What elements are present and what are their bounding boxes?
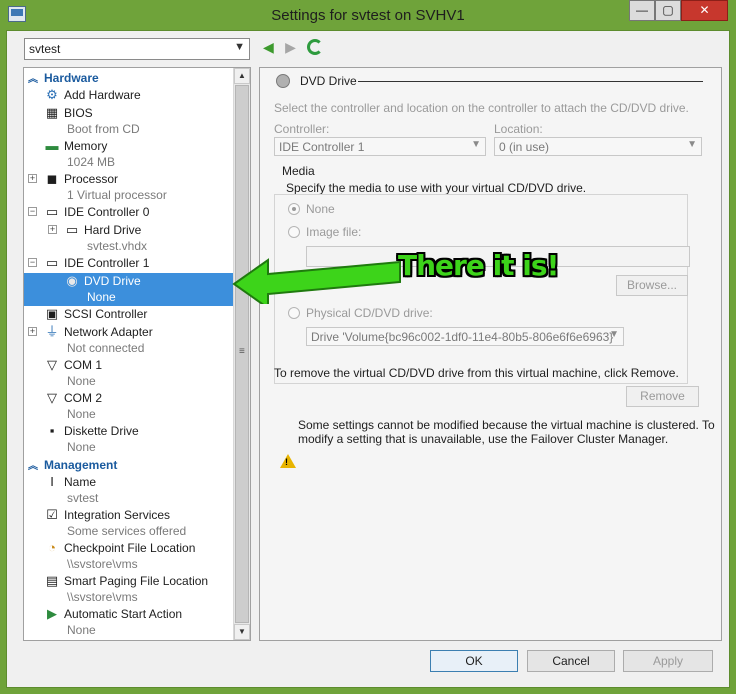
tree-item-bios[interactable]: ▦ BIOS Boot from CD [24,105,234,138]
media-description: Specify the media to use with your virtu… [286,181,587,195]
tree-item-diskette-drive[interactable]: ▪ Diskette Drive None [24,423,234,456]
warning-exclamation: ! [285,457,288,467]
collapse-chevron-icon: ︽ [28,74,38,85]
collapse-minus-icon[interactable]: − [28,258,37,267]
smart-paging-icon: ▤ [45,573,59,588]
maximize-button[interactable]: ▢ [655,0,681,21]
hard-drive-icon: ▭ [65,222,79,237]
title-divider [358,81,703,82]
media-group-label: Media [282,164,315,178]
vm-selector-value: svtest [29,42,61,56]
warning-icon [280,454,296,468]
controller-icon: ▭ [45,204,59,219]
dvd-drive-settings-panel: DVD Drive Select the controller and loca… [259,67,722,641]
hardware-section-header[interactable]: ︽ Hardware [28,70,99,86]
navigation-toolbar: ◀ ▶ [263,39,331,57]
chevron-down-icon: ▼ [687,139,697,150]
add-hardware-icon: ⚙ [46,87,58,102]
remove-instructions: To remove the virtual CD/DVD drive from … [274,366,679,380]
forward-arrow-icon[interactable]: ▶ [285,39,296,56]
dvd-disc-icon: ◉ [66,273,78,288]
panel-title: DVD Drive [300,74,357,88]
tree-item-automatic-start-action[interactable]: ▶ Automatic Start Action None [24,606,234,639]
chevron-down-icon: ▼ [609,329,619,340]
expand-plus-icon[interactable]: + [28,174,37,183]
close-button[interactable]: ✕ [681,0,728,21]
media-none-label: None [306,202,335,216]
name-icon: I [50,474,54,489]
start-action-icon: ▶ [47,606,57,621]
controller-icon: ▭ [45,255,59,270]
tree-item-com-1[interactable]: ▽ COM 1 None [24,357,234,390]
chevron-down-icon: ▼ [471,139,481,150]
chevron-down-icon: ▼ [234,41,245,53]
tree-scrollbar[interactable]: ▲ ≡ ▼ [233,68,250,640]
integration-services-icon: ☑ [46,507,58,522]
management-section-header[interactable]: ︽ Management [28,457,117,473]
com-port-icon: ▽ [47,390,57,405]
scrollbar-thumb[interactable]: ≡ [235,85,249,623]
tree-item-smart-paging-file-location[interactable]: ▤ Smart Paging File Location \\svstore\v… [24,573,234,606]
floppy-disk-icon: ▪ [49,423,55,438]
processor-icon: ◼ [46,171,58,186]
physical-drive-dropdown[interactable]: Drive 'Volume{bc96c002-1df0-11e4-80b5-80… [306,327,624,346]
annotation-text: There it is! [398,249,559,282]
cancel-button[interactable]: Cancel [527,650,615,672]
settings-window: Settings for svtest on SVHV1 — ▢ ✕ svtes… [0,0,736,694]
scroll-grip-icon: ≡ [239,346,245,357]
tree-item-processor[interactable]: + ◼ Processor 1 Virtual processor [24,171,234,204]
window-client-area: svtest ▼ ◀ ▶ ︽ Hardware ⚙ Add Hardware ▦ … [6,30,730,688]
scroll-up-icon[interactable]: ▲ [234,68,250,84]
media-none-radio[interactable] [288,203,300,215]
network-adapter-icon: ⏚ [45,324,59,339]
ok-button[interactable]: OK [430,650,518,672]
checkpoint-icon: ◔ [48,540,56,555]
tree-item-hard-drive[interactable]: + ▭ Hard Drive svtest.vhdx [24,222,234,255]
media-physical-drive-label: Physical CD/DVD drive: [306,306,433,320]
controller-dropdown[interactable]: IDE Controller 1 ▼ [274,137,486,156]
cluster-warning-line-2: modify a setting that is unavailable, us… [298,432,669,446]
tree-item-name[interactable]: I Name svtest [24,474,234,507]
scsi-controller-icon: ▣ [45,306,59,321]
browse-button[interactable]: Browse... [616,275,688,296]
title-bar[interactable]: Settings for svtest on SVHV1 — ▢ ✕ [0,0,736,30]
back-arrow-icon[interactable]: ◀ [263,39,274,56]
tree-item-network-adapter[interactable]: + ⏚ Network Adapter Not connected [24,324,234,357]
cluster-warning-line-1: Some settings cannot be modified because… [298,418,715,432]
location-dropdown[interactable]: 0 (in use) ▼ [494,137,702,156]
dvd-disc-icon [276,74,290,88]
memory-icon: ▬ [45,138,59,153]
minimize-button[interactable]: — [629,0,655,21]
window-title: Settings for svtest on SVHV1 [271,7,465,24]
annotation-arrow-icon [232,258,401,304]
remove-button[interactable]: Remove [626,386,699,407]
media-image-file-radio[interactable] [288,226,300,238]
tree-item-dvd-drive[interactable]: ◉ DVD Drive None [24,273,234,306]
tree-item-com-2[interactable]: ▽ COM 2 None [24,390,234,423]
location-label: Location: [494,122,543,136]
collapse-minus-icon[interactable]: − [28,207,37,216]
com-port-icon: ▽ [47,357,57,372]
scroll-down-icon[interactable]: ▼ [234,624,250,640]
vm-selector-dropdown[interactable]: svtest ▼ [24,38,250,60]
tree-item-memory[interactable]: ▬ Memory 1024 MB [24,138,234,171]
expand-plus-icon[interactable]: + [28,327,37,336]
apply-button[interactable]: Apply [623,650,713,672]
media-physical-drive-radio[interactable] [288,307,300,319]
panel-description: Select the controller and location on th… [274,101,689,115]
refresh-icon[interactable] [307,39,324,55]
collapse-chevron-icon: ︽ [28,461,38,472]
media-image-file-label: Image file: [306,225,362,239]
bios-chip-icon: ▦ [45,105,59,120]
tree-item-integration-services[interactable]: ☑ Integration Services Some services off… [24,507,234,540]
tree-item-checkpoint-file-location[interactable]: ◔ Checkpoint File Location \\svstore\vms [24,540,234,573]
expand-plus-icon[interactable]: + [48,225,57,234]
settings-tree: ︽ Hardware ⚙ Add Hardware ▦ BIOS Boot fro… [23,67,251,641]
controller-label: Controller: [274,122,330,136]
